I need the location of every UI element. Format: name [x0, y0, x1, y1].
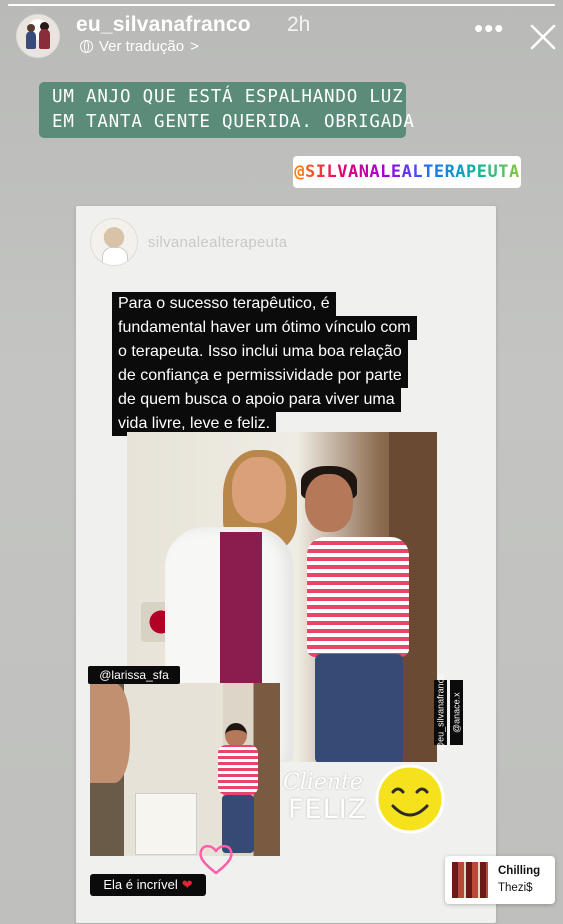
secondary-photo — [90, 683, 280, 856]
story-progress-fill — [8, 4, 555, 6]
quote-line: o terapeuta. Isso inclui uma boa relação — [112, 340, 408, 364]
see-translation-link[interactable]: Ver tradução > — [80, 38, 199, 55]
feliz-sticker-text: FELIZ — [288, 794, 368, 825]
caption-line-2: EM TANTA GENTE QUERIDA. OBRIGADA — [52, 112, 415, 132]
shared-post-avatar[interactable] — [90, 218, 138, 266]
tag-anace[interactable]: @anace.x — [450, 680, 463, 745]
mention-sticker[interactable]: @SILVANALEALTERAPEUTA — [293, 156, 521, 188]
cliente-sticker-text: Cliente — [283, 770, 363, 795]
tag-larissa[interactable]: @larissa_sfa — [88, 666, 180, 684]
ela-label-text: Ela é incrível — [103, 877, 178, 892]
music-artist: Thezi$ — [498, 882, 533, 894]
shared-post-username[interactable]: silvanalealterapeuta — [148, 234, 287, 251]
red-heart-icon: ❤ — [181, 877, 193, 892]
tag-eu-silvanafranco[interactable]: @eu_silvanafranco — [434, 674, 447, 751]
caption-line-1: UM ANJO QUE ESTÁ ESPALHANDO LUZ — [52, 87, 404, 107]
more-horizontal-icon[interactable]: ••• — [474, 15, 504, 41]
quote-line: de quem busca o apoio para viver uma — [112, 388, 401, 412]
quote-line: Para o sucesso terapêutico, é — [112, 292, 336, 316]
globe-icon — [80, 40, 93, 53]
story-username[interactable]: eu_silvanafranco — [76, 13, 251, 37]
story-time-ago: 2h — [287, 13, 311, 36]
album-art-image — [452, 862, 488, 898]
see-translation-label: Ver tradução — [99, 38, 185, 55]
story-progress-bar — [8, 4, 555, 6]
music-title: Chilling — [498, 865, 541, 877]
quote-line: de confiança e permissividade por parte — [112, 364, 408, 388]
smiley-face-icon — [375, 764, 445, 834]
profile-avatar[interactable] — [16, 14, 60, 58]
close-icon[interactable] — [526, 20, 560, 54]
chevron-right-icon: > — [190, 38, 199, 55]
ela-e-incrivel-label: Ela é incrível ❤ — [90, 874, 206, 896]
mention-text: @SILVANALEALTERAPEUTA — [294, 162, 520, 182]
quote-line: fundamental haver um ótimo vínculo com — [112, 316, 417, 340]
heart-outline-icon — [199, 844, 233, 875]
